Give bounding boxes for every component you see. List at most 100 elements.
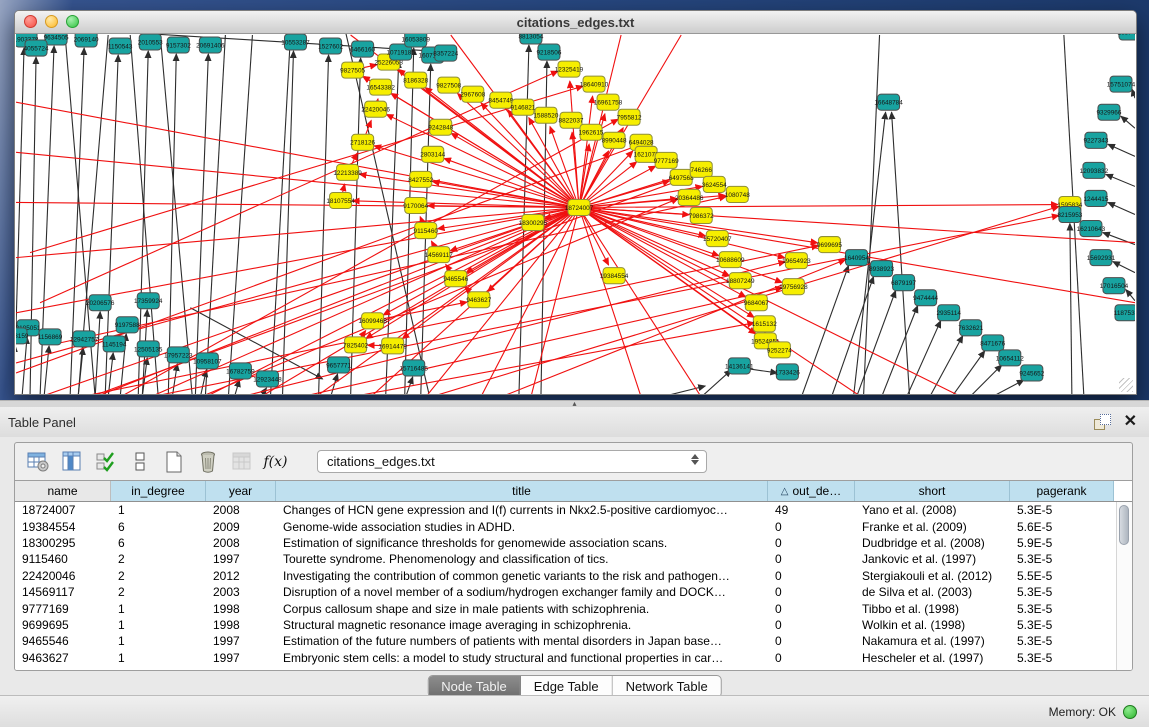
table-row[interactable]: 1872400712008Changes of HCN gene express…	[15, 502, 1132, 518]
table-cell[interactable]: 2003	[206, 585, 276, 599]
table-cell[interactable]: 5.9E-5	[1010, 536, 1114, 550]
graph-node[interactable]: 8357224	[433, 45, 458, 61]
table-cell[interactable]: 1997	[206, 651, 276, 665]
graph-node[interactable]: 15751074	[1107, 76, 1135, 92]
graph-node[interactable]: 12942757	[70, 331, 99, 347]
table-row[interactable]: 2242004622012Investigating the contribut…	[15, 568, 1132, 584]
graph-node[interactable]: 9465546	[443, 271, 468, 287]
table-cell[interactable]: 0	[768, 618, 855, 632]
graph-node[interactable]: 9474444	[913, 290, 938, 306]
table-mode-icon[interactable]	[25, 449, 50, 474]
table-cell[interactable]: Dudbridge et al. (2008)	[855, 536, 1010, 550]
graph-node[interactable]: 15692931	[1087, 250, 1116, 266]
graph-node[interactable]: 9827505	[340, 62, 365, 78]
table-cell[interactable]: Tourette syndrome. Phenomenology and cla…	[276, 552, 768, 566]
table-cell[interactable]: 9465546	[15, 634, 111, 648]
table-row[interactable]: 911546021997Tourette syndrome. Phenomeno…	[15, 551, 1132, 567]
graph-node[interactable]: 9227343	[1083, 132, 1108, 148]
graph-node[interactable]: 1527602	[318, 38, 343, 54]
column-header-short[interactable]: short	[855, 481, 1010, 501]
memory-status-icon[interactable]	[1123, 705, 1137, 719]
table-cell[interactable]: 5.5E-5	[1010, 569, 1114, 583]
graph-node[interactable]: 1733426	[775, 364, 800, 380]
table-cell[interactable]: 5.3E-5	[1010, 503, 1114, 517]
graph-node[interactable]: 2069140	[74, 34, 99, 47]
graph-node[interactable]: 12325419	[555, 61, 584, 77]
graph-node[interactable]: 3624554	[702, 176, 727, 192]
table-cell[interactable]: Estimation of the future numbers of pati…	[276, 634, 768, 648]
scrollbar-thumb[interactable]	[1119, 505, 1129, 545]
graph-node[interactable]: 1150543	[108, 38, 133, 54]
graph-node[interactable]: 1145194	[102, 336, 127, 352]
new-column-icon[interactable]	[161, 449, 186, 474]
table-cell[interactable]: 49	[768, 503, 855, 517]
window-minimize-button[interactable]	[45, 15, 58, 28]
graph-node[interactable]: 20691406	[196, 37, 225, 53]
table-cell[interactable]: Genome-wide association studies in ADHD.	[276, 520, 768, 534]
graph-node[interactable]: 1080748	[725, 186, 750, 202]
graph-node[interactable]: 20206576	[86, 295, 115, 311]
graph-node[interactable]: 19756928	[779, 279, 808, 295]
graph-node[interactable]: 8813054	[518, 34, 543, 44]
tab-edge-table[interactable]: Edge Table	[521, 676, 613, 697]
graph-node[interactable]: 9777169	[654, 152, 679, 168]
graph-node[interactable]: 17957223	[164, 347, 193, 363]
table-cell[interactable]: 1	[111, 602, 206, 616]
table-cell[interactable]: 1997	[206, 634, 276, 648]
network-window-titlebar[interactable]: citations_edges.txt	[15, 11, 1136, 34]
graph-node[interactable]: 7955812	[617, 109, 642, 125]
graph-node[interactable]: 1640954	[844, 250, 869, 266]
table-cell[interactable]: 18724007	[15, 503, 111, 517]
network-canvas[interactable]: 1872400725226058982750516543382818632898…	[16, 34, 1135, 394]
table-row[interactable]: 977716911998Corpus callosum shape and si…	[15, 600, 1132, 616]
graph-node[interactable]: 19654923	[782, 253, 811, 269]
table-cell[interactable]: 5.3E-5	[1010, 552, 1114, 566]
graph-node[interactable]: 2010553	[138, 34, 163, 50]
graph-node[interactable]: 10958107	[193, 353, 222, 369]
table-cell[interactable]: 2008	[206, 503, 276, 517]
graph-node[interactable]: 9329966	[1096, 104, 1121, 120]
graph-node[interactable]: 17359924	[134, 293, 163, 309]
table-cell[interactable]: 0	[768, 634, 855, 648]
table-cell[interactable]: Stergiakouli et al. (2012)	[855, 569, 1010, 583]
graph-node[interactable]: 8186328	[403, 72, 428, 88]
delete-table-icon[interactable]	[229, 449, 254, 474]
graph-node[interactable]: 14569117	[425, 247, 453, 263]
table-row[interactable]: 969969511998Structural magnetic resonanc…	[15, 617, 1132, 633]
table-cell[interactable]: 1	[111, 618, 206, 632]
table-cell[interactable]: 19384554	[15, 520, 111, 534]
graph-node[interactable]: 16543382	[366, 79, 395, 95]
column-header-name[interactable]: name	[15, 481, 111, 501]
table-row[interactable]: 1456911722003Disruption of a novel membe…	[15, 584, 1132, 600]
table-cell[interactable]: Jankovic et al. (1997)	[855, 552, 1010, 566]
table-cell[interactable]: 5.3E-5	[1010, 651, 1114, 665]
graph-node[interactable]: 14136141	[725, 358, 754, 374]
table-cell[interactable]: 9463627	[15, 651, 111, 665]
window-zoom-button[interactable]	[66, 15, 79, 28]
graph-node[interactable]: 3913159	[16, 328, 29, 344]
table-cell[interactable]: 2	[111, 585, 206, 599]
table-cell[interactable]: 1	[111, 503, 206, 517]
graph-node[interactable]: 9170064	[403, 197, 428, 213]
table-cell[interactable]: 5.3E-5	[1010, 585, 1114, 599]
graph-node[interactable]: 9463627	[466, 292, 491, 308]
graph-node[interactable]: 18640910	[580, 76, 609, 92]
table-cell[interactable]: 9777169	[15, 602, 111, 616]
graph-node[interactable]: 8471676	[980, 335, 1005, 351]
graph-node[interactable]: 18807249	[726, 273, 755, 289]
table-cell[interactable]: 5.3E-5	[1010, 602, 1114, 616]
table-cell[interactable]: 9115460	[15, 552, 111, 566]
graph-node[interactable]: 4055724	[24, 40, 49, 56]
graph-node[interactable]: 7986372	[689, 207, 714, 223]
table-cell[interactable]: Franke et al. (2009)	[855, 520, 1010, 534]
graph-node[interactable]: 9115460	[414, 223, 439, 239]
table-cell[interactable]: 18300295	[15, 536, 111, 550]
table-selector-dropdown[interactable]: citations_edges.txt	[317, 450, 707, 473]
table-cell[interactable]: Changes of HCN gene expression and I(f) …	[276, 503, 768, 517]
table-cell[interactable]: 5.6E-5	[1010, 520, 1114, 534]
column-header-pagerank[interactable]: pagerank	[1010, 481, 1114, 501]
graph-node[interactable]: 22420046	[361, 101, 390, 117]
graph-node[interactable]: 1187533	[1114, 305, 1135, 321]
table-vertical-scrollbar[interactable]	[1116, 502, 1132, 670]
column-header-title[interactable]: title	[276, 481, 768, 501]
